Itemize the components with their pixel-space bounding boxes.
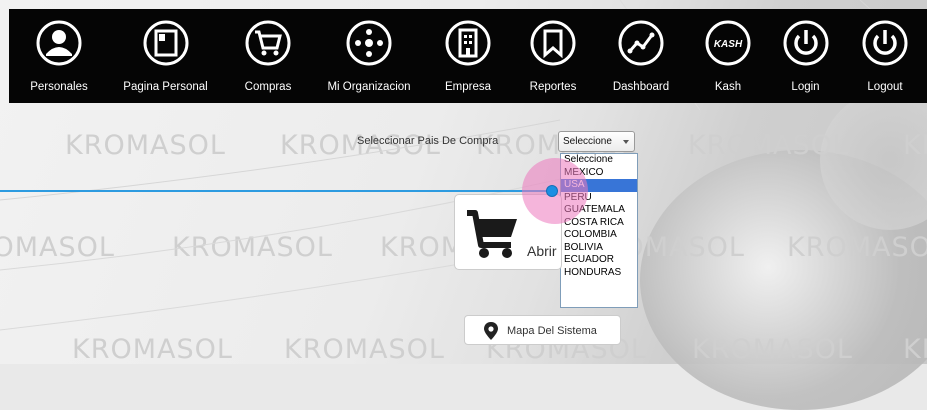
power-icon — [783, 20, 828, 66]
nav-label: Dashboard — [612, 81, 670, 93]
chevron-down-icon — [623, 140, 629, 144]
country-select-value: Seleccione — [563, 136, 612, 147]
kash-icon-text: KASH — [714, 39, 743, 50]
nav-item-dashboard[interactable]: Dashboard — [594, 9, 688, 103]
nav-label: Login — [791, 81, 820, 93]
nav-item-login[interactable]: Login — [768, 9, 843, 103]
dropdown-option[interactable]: BOLIVIA — [561, 242, 637, 255]
kash-icon: KASH — [705, 20, 751, 66]
nav-item-pagina-personal[interactable]: Pagina Personal — [109, 9, 222, 103]
nav-item-compras[interactable]: Compras — [222, 9, 314, 103]
dropdown-option[interactable]: COLOMBIA — [561, 229, 637, 242]
user-icon — [36, 20, 82, 66]
system-map-button[interactable]: Mapa Del Sistema — [464, 315, 621, 345]
nav-label: Personales — [30, 81, 88, 93]
nav-label: Pagina Personal — [123, 81, 208, 93]
cursor-dot — [546, 185, 558, 197]
building-icon — [445, 20, 491, 66]
nav-label: Reportes — [529, 81, 577, 93]
shopping-cart-icon — [467, 210, 517, 258]
nav-label: Mi Organizacion — [327, 81, 411, 93]
nav-item-mi-organizacion[interactable]: Mi Organizacion — [314, 9, 424, 103]
nav-item-personales[interactable]: Personales — [9, 9, 109, 103]
profile-page-icon — [143, 20, 188, 66]
dropdown-option[interactable]: HONDURAS — [561, 267, 637, 280]
bookmark-icon — [530, 20, 576, 66]
shopping-cart-icon — [245, 20, 291, 66]
line-chart-icon — [618, 20, 664, 66]
guide-line — [0, 190, 552, 192]
nav-label: Kash — [714, 81, 742, 93]
nav-item-empresa[interactable]: Empresa — [424, 9, 512, 103]
country-select-label: Seleccionar Pais De Compra — [357, 135, 499, 147]
open-cart-label: Abrir — [527, 243, 557, 259]
country-select[interactable]: Seleccione — [558, 131, 635, 152]
system-map-label: Mapa Del Sistema — [507, 325, 597, 337]
nav-label: Empresa — [444, 81, 492, 93]
top-navigation-bar: Personales Pagina Personal Compras Mi Or… — [9, 9, 927, 103]
nav-item-kash[interactable]: KASH Kash — [688, 9, 768, 103]
dropdown-option[interactable]: ECUADOR — [561, 254, 637, 267]
nav-label: Compras — [244, 81, 292, 93]
map-marker-icon — [484, 322, 498, 340]
organization-icon — [346, 20, 392, 66]
nav-item-logout[interactable]: Logout — [843, 9, 927, 103]
power-icon — [862, 20, 908, 66]
nav-label: Logout — [867, 81, 903, 93]
nav-item-reportes[interactable]: Reportes — [512, 9, 594, 103]
